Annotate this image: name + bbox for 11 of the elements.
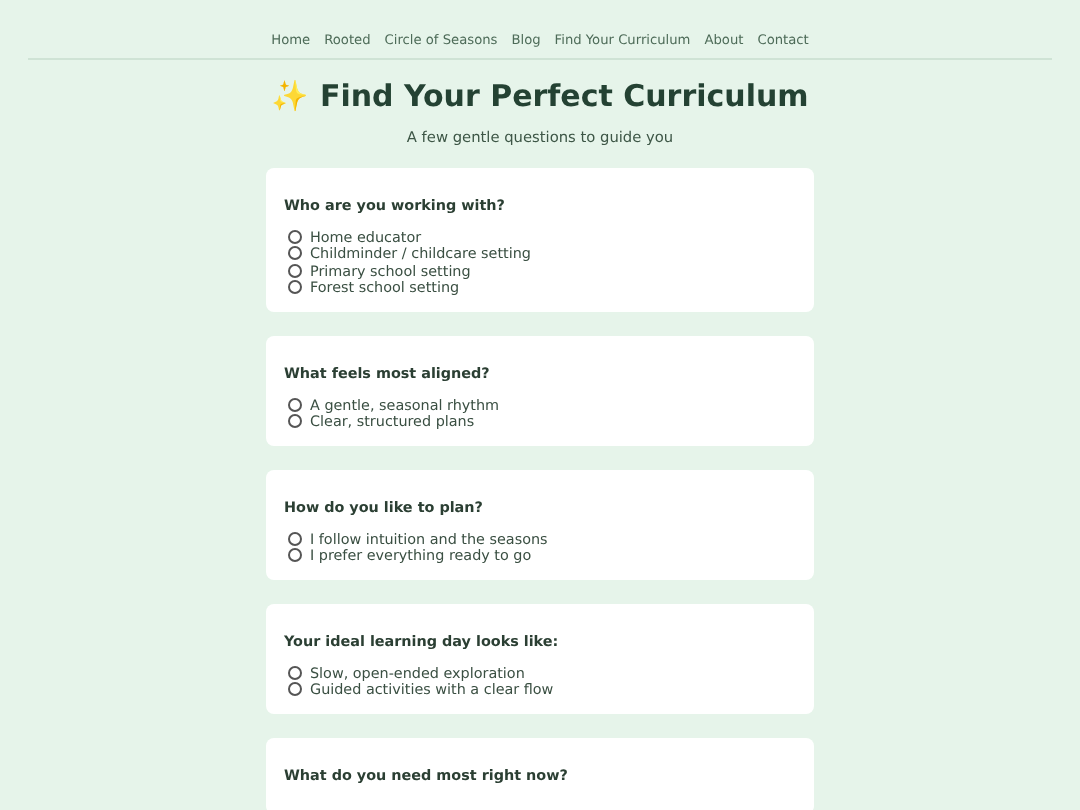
radio-button[interactable]: [288, 531, 302, 546]
radio-button[interactable]: [288, 229, 302, 244]
radio-button[interactable]: [288, 414, 302, 429]
radio-button[interactable]: [288, 397, 302, 412]
radio-button[interactable]: [288, 280, 302, 295]
radio-button[interactable]: [288, 682, 302, 697]
radio-button[interactable]: [288, 548, 302, 563]
radio-button[interactable]: [288, 263, 302, 278]
radio-button[interactable]: [288, 246, 302, 261]
page-title: ✨ Find Your Perfect Curriculum: [269, 78, 811, 114]
radio-button[interactable]: [288, 665, 302, 680]
